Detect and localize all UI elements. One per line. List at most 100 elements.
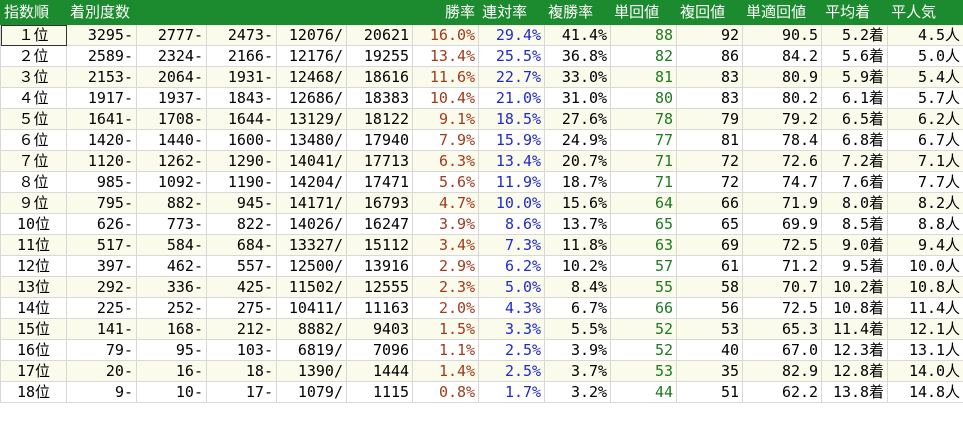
other-count-cell: 8882/ [276, 318, 347, 340]
other-count-cell: 1079/ [276, 381, 347, 403]
second-count-cell: 95- [136, 339, 207, 361]
rank-cell: ３位 [0, 66, 67, 88]
tan-tekisei-cell: 80.2 [742, 87, 823, 109]
total-count-cell: 17471 [345, 171, 414, 193]
first-count-cell: 517- [66, 234, 137, 256]
header-avg-popularity[interactable]: 平人気 [887, 0, 963, 25]
other-count-cell: 13327/ [276, 234, 347, 256]
third-count-cell: 275- [206, 297, 277, 319]
other-count-cell: 12686/ [276, 87, 347, 109]
first-count-cell: 9- [66, 381, 137, 403]
rank-cell: 14位 [0, 297, 67, 319]
tanshou-return-cell: 52 [610, 339, 678, 361]
rentai-rate-cell: 21.0% [478, 87, 546, 109]
first-count-cell: 2153- [66, 66, 137, 88]
tanshou-return-cell: 64 [610, 192, 678, 214]
total-count-cell: 17713 [345, 150, 414, 172]
avg-finish-cell: 10.2着 [821, 276, 889, 298]
table-row[interactable]: 18位 9- 10- 17- 1079/1115 0.8% 1.7% 3.2% 44 51 62.2… [0, 381, 963, 403]
fukushou-return-cell: 53 [676, 318, 744, 340]
table-row[interactable]: 13位 292- 336- 425- 11502/12555 2.3% 5.0% 8.4% 55… [0, 276, 963, 298]
header-rank[interactable]: 指数順 [0, 0, 67, 25]
rentai-rate-cell: 5.0% [478, 276, 546, 298]
rentai-rate-cell: 8.6% [478, 213, 546, 235]
table-row[interactable]: ９位 795- 882- 945- 14171/16793 4.7% 10.0% 15.6% 6… [0, 192, 963, 214]
table-row[interactable]: ６位 1420- 1440- 1600- 13480/17940 7.9% 15.9% 24.… [0, 129, 963, 151]
tan-tekisei-cell: 70.7 [742, 276, 823, 298]
first-count-cell: 225- [66, 297, 137, 319]
second-count-cell: 882- [136, 192, 207, 214]
second-count-cell: 16- [136, 360, 207, 382]
rentai-rate-cell: 10.0% [478, 192, 546, 214]
first-count-cell: 397- [66, 255, 137, 277]
avg-finish-cell: 12.3着 [821, 339, 889, 361]
tanshou-return-cell: 65 [610, 213, 678, 235]
other-count-cell: 12176/ [276, 45, 347, 67]
second-count-cell: 462- [136, 255, 207, 277]
fukushou-return-cell: 51 [676, 381, 744, 403]
table-row[interactable]: ３位 2153- 2064- 1931- 12468/18616 11.6% 22.7% 33… [0, 66, 963, 88]
table-row[interactable]: 14位 225- 252- 275- 10411/11163 2.0% 4.3% 6.7% 66… [0, 297, 963, 319]
first-count-cell: 292- [66, 276, 137, 298]
avg-finish-cell: 12.8着 [821, 360, 889, 382]
total-count-cell: 15112 [345, 234, 414, 256]
table-row[interactable]: 12位 397- 462- 557- 12500/13916 2.9% 6.2% 10.2% 5… [0, 255, 963, 277]
rank-cell: ６位 [0, 129, 67, 151]
third-count-cell: 17- [206, 381, 277, 403]
rank-cell: 12位 [0, 255, 67, 277]
tanshou-return-cell: 82 [610, 45, 678, 67]
fukusho-rate-cell: 13.7% [544, 213, 612, 235]
header-tan-tekisei-return[interactable]: 単適回値 [742, 0, 823, 25]
first-count-cell: 985- [66, 171, 137, 193]
table-row[interactable]: 15位 141- 168- 212- 8882/9403 1.5% 3.3% 5.5% 52 53… [0, 318, 963, 340]
rentai-rate-cell: 6.2% [478, 255, 546, 277]
table-row[interactable]: ８位 985- 1092- 1190- 14204/17471 5.6% 11.9% 18.7… [0, 171, 963, 193]
rank-cell: 18位 [0, 381, 67, 403]
table-row[interactable]: ５位 1641- 1708- 1644- 13129/18122 9.1% 18.5% 27.… [0, 108, 963, 130]
header-rentai-rate[interactable]: 連対率 [478, 0, 546, 25]
fukusho-rate-cell: 6.7% [544, 297, 612, 319]
table-row[interactable]: １位 3295- 2777- 2473- 12076/20621 16.0% 29.4% 41… [0, 24, 963, 46]
tan-tekisei-cell: 90.5 [742, 24, 823, 46]
avg-popularity-cell: 6.2人 [887, 108, 963, 130]
avg-finish-cell: 7.2着 [821, 150, 889, 172]
first-count-cell: 1420- [66, 129, 137, 151]
table-row[interactable]: 10位 626- 773- 822- 14026/16247 3.9% 8.6% 13.7% 6… [0, 213, 963, 235]
fukushou-return-cell: 35 [676, 360, 744, 382]
header-distribution[interactable]: 着別度数 [65, 0, 414, 25]
other-count-cell: 14041/ [276, 150, 347, 172]
rentai-rate-cell: 15.9% [478, 129, 546, 151]
tanshou-return-cell: 63 [610, 234, 678, 256]
header-avg-finish[interactable]: 平均着 [821, 0, 889, 25]
table-row[interactable]: 17位 20- 16- 18- 1390/1444 1.4% 2.5% 3.7% 53 35 82.… [0, 360, 963, 382]
table-row[interactable]: ４位 1917- 1937- 1843- 12686/18383 10.4% 21.0% 31… [0, 87, 963, 109]
rentai-rate-cell: 22.7% [478, 66, 546, 88]
rank-cell: ９位 [0, 192, 67, 214]
header-win-rate[interactable]: 勝率 [412, 0, 480, 25]
fukushou-return-cell: 72 [676, 150, 744, 172]
table-body: １位 3295- 2777- 2473- 12076/20621 16.0% 29.4% 41… [0, 24, 963, 403]
rank-cell: 16位 [0, 339, 67, 361]
second-count-cell: 1440- [136, 129, 207, 151]
total-count-cell: 16247 [345, 213, 414, 235]
table-row[interactable]: 11位 517- 584- 684- 13327/15112 3.4% 7.3% 11.8% 6… [0, 234, 963, 256]
tanshou-return-cell: 53 [610, 360, 678, 382]
table-row[interactable]: ７位 1120- 1262- 1290- 14041/17713 6.3% 13.4% 20.… [0, 150, 963, 172]
header-tanshou-return[interactable]: 単回値 [610, 0, 678, 25]
header-fukushou-return[interactable]: 複回値 [676, 0, 744, 25]
total-count-cell: 12555 [345, 276, 414, 298]
rank-cell: 10位 [0, 213, 67, 235]
table-row[interactable]: 16位 79- 95- 103- 6819/7096 1.1% 2.5% 3.9% 52 40 67… [0, 339, 963, 361]
second-count-cell: 1262- [136, 150, 207, 172]
rank-cell: ５位 [0, 108, 67, 130]
fukusho-rate-cell: 3.2% [544, 381, 612, 403]
total-count-cell: 17940 [345, 129, 414, 151]
win-rate-cell: 9.1% [412, 108, 480, 130]
tan-tekisei-cell: 67.0 [742, 339, 823, 361]
fukushou-return-cell: 86 [676, 45, 744, 67]
table-row[interactable]: ２位 2589- 2324- 2166- 12176/19255 13.4% 25.5% 36… [0, 45, 963, 67]
header-fukusho-rate[interactable]: 複勝率 [544, 0, 612, 25]
first-count-cell: 1120- [66, 150, 137, 172]
first-count-cell: 626- [66, 213, 137, 235]
third-count-cell: 1644- [206, 108, 277, 130]
